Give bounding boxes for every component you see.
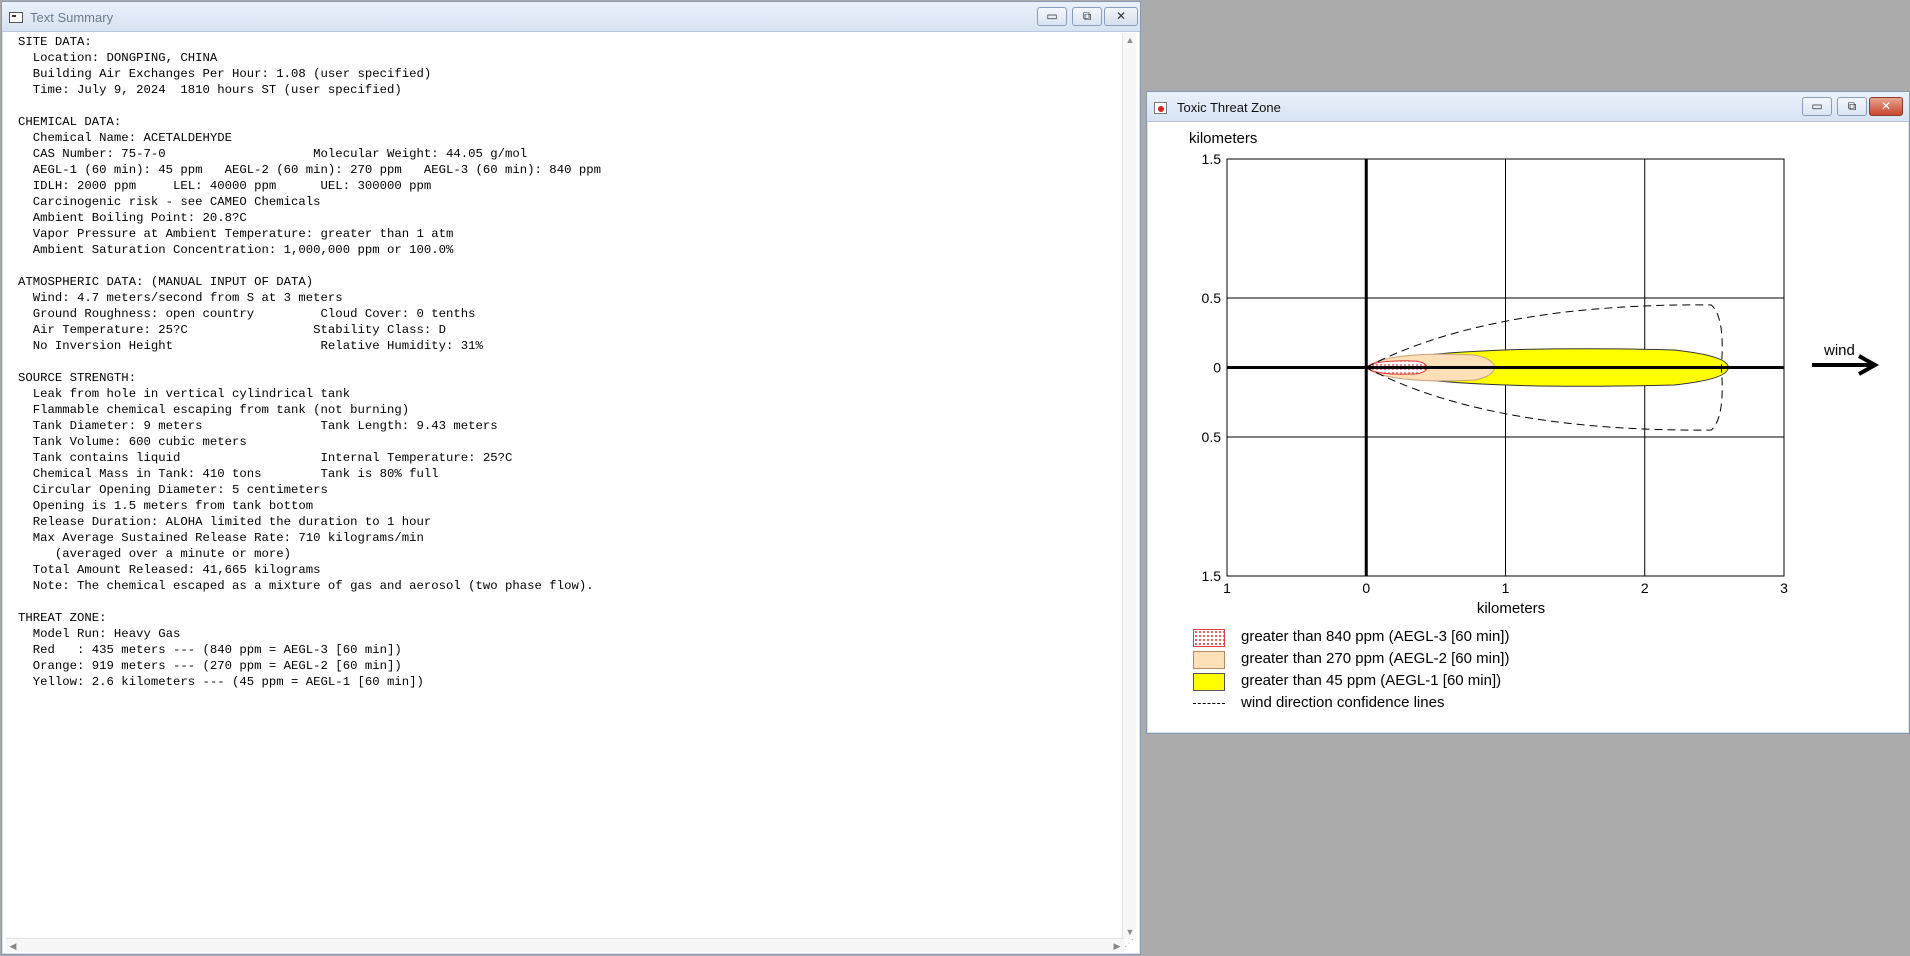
summary-line: No Inversion Height Relative Humidity: 3… (18, 339, 483, 353)
y-axis-title: kilometers (1189, 130, 1257, 147)
scroll-up-arrow-icon[interactable]: ▲ (1123, 33, 1137, 47)
vertical-scrollbar[interactable]: ▲ ▼ (1122, 33, 1136, 939)
app-window-icon (9, 12, 23, 23)
x-tick-label: 3 (1780, 580, 1788, 596)
summary-line: Note: The chemical escaped as a mixture … (18, 579, 594, 593)
summary-line: Model Run: Heavy Gas (18, 627, 181, 641)
scroll-right-arrow-icon[interactable]: ▶ (1110, 939, 1124, 953)
minimize-button[interactable]: ▭ (1802, 97, 1832, 116)
summary-line: Flammable chemical escaping from tank (n… (18, 403, 410, 417)
summary-line: CAS Number: 75-7-0 Molecular Weight: 44.… (18, 147, 528, 161)
y-tick-label: 1.5 (1202, 151, 1222, 167)
summary-line: THREAT ZONE: (18, 611, 107, 625)
summary-line: Circular Opening Diameter: 5 centimeters (18, 483, 328, 497)
summary-line: Orange: 919 meters --- (270 ppm = AEGL-2… (18, 659, 402, 673)
summary-line: Time: July 9, 2024 1810 hours ST (user s… (18, 83, 402, 97)
y-tick-label: 1.5 (1202, 568, 1222, 584)
close-button[interactable]: ✕ (1869, 97, 1903, 116)
scroll-down-arrow-icon[interactable]: ▼ (1123, 925, 1137, 939)
summary-line: Ambient Boiling Point: 20.8?C (18, 211, 247, 225)
legend-label: wind direction confidence lines (1241, 694, 1445, 711)
resize-grip-icon[interactable]: ⋰ (1124, 938, 1138, 952)
summary-line: CHEMICAL DATA: (18, 115, 122, 129)
threat-zone-titlebar[interactable]: Toxic Threat Zone ▭ ⧉ ✕ (1147, 92, 1909, 122)
x-tick-label: 1 (1502, 580, 1510, 596)
threat-zone-window: Toxic Threat Zone ▭ ⧉ ✕ kilometers 1 0 1 2 3… (1146, 91, 1910, 734)
yellow-zone-swatch (1193, 673, 1225, 691)
summary-line: Tank contains liquid Internal Temperatur… (18, 451, 513, 465)
wind-label: wind (1823, 342, 1855, 359)
summary-line: (averaged over a minute or more) (18, 547, 292, 561)
window-title: Toxic Threat Zone (1177, 100, 1281, 115)
x-tick-label: 1 (1223, 580, 1231, 596)
y-tick-label: 0 (1213, 360, 1221, 376)
x-tick-label: 0 (1362, 580, 1370, 596)
summary-line: Release Duration: ALOHA limited the dura… (18, 515, 432, 529)
summary-text-area[interactable]: SITE DATA: Location: DONGPING, CHINA Bui… (18, 34, 1118, 934)
orange-zone-swatch (1193, 651, 1225, 669)
summary-line: ATMOSPHERIC DATA: (MANUAL INPUT OF DATA) (18, 275, 314, 289)
threat-zone-icon (1154, 102, 1167, 114)
summary-line: Ground Roughness: open country Cloud Cov… (18, 307, 476, 321)
summary-line: Yellow: 2.6 kilometers --- (45 ppm = AEG… (18, 675, 424, 689)
summary-line: Tank Diameter: 9 meters Tank Length: 9.4… (18, 419, 498, 433)
y-tick-label: 0.5 (1202, 290, 1222, 306)
summary-line: AEGL-1 (60 min): 45 ppm AEGL-2 (60 min):… (18, 163, 601, 177)
close-button[interactable]: ✕ (1104, 7, 1138, 26)
text-summary-window: Text Summary ▭ ⧉ ✕ SITE DATA: Location: … (1, 1, 1141, 955)
summary-line: Carcinogenic risk - see CAMEO Chemicals (18, 195, 321, 209)
window-title: Text Summary (30, 10, 114, 25)
y-tick-label: 0.5 (1202, 429, 1222, 445)
text-summary-titlebar[interactable]: Text Summary ▭ ⧉ ✕ (2, 2, 1140, 32)
legend-label: greater than 840 ppm (AEGL-3 [60 min]) (1241, 628, 1510, 645)
summary-line: Max Average Sustained Release Rate: 710 … (18, 531, 424, 545)
legend-label: greater than 45 ppm (AEGL-1 [60 min]) (1241, 672, 1502, 689)
summary-line: Location: DONGPING, CHINA (18, 51, 218, 65)
summary-line: Total Amount Released: 41,665 kilograms (18, 563, 321, 577)
summary-line: Chemical Mass in Tank: 410 tons Tank is … (18, 467, 439, 481)
x-axis-title: kilometers (1477, 600, 1545, 617)
summary-line: SITE DATA: (18, 35, 92, 49)
summary-line: Chemical Name: ACETALDEHYDE (18, 131, 233, 145)
maximize-button[interactable]: ⧉ (1837, 97, 1867, 116)
summary-line: Tank Volume: 600 cubic meters (18, 435, 247, 449)
summary-line: Ambient Saturation Concentration: 1,000,… (18, 243, 454, 257)
threat-zone-plot: kilometers 1 0 1 2 3 1.5 0.5 0 0.5 1.5 kilometers… (1189, 130, 1880, 617)
summary-line: Building Air Exchanges Per Hour: 1.08 (u… (18, 67, 432, 81)
legend-label: greater than 270 ppm (AEGL-2 [60 min]) (1241, 650, 1510, 667)
summary-line: Leak from hole in vertical cylindrical t… (18, 387, 351, 401)
maximize-button[interactable]: ⧉ (1072, 7, 1102, 26)
summary-line: Vapor Pressure at Ambient Temperature: g… (18, 227, 454, 241)
red-zone-swatch (1193, 629, 1225, 647)
summary-line: Air Temperature: 25?C Stability Class: D (18, 323, 447, 337)
summary-line: IDLH: 2000 ppm LEL: 40000 ppm UEL: 30000… (18, 179, 432, 193)
scroll-left-arrow-icon[interactable]: ◀ (6, 939, 20, 953)
x-tick-label: 2 (1641, 580, 1649, 596)
summary-line: Wind: 4.7 meters/second from S at 3 mete… (18, 291, 343, 305)
summary-line: SOURCE STRENGTH: (18, 371, 137, 385)
summary-line: Red : 435 meters --- (840 ppm = AEGL-3 [… (18, 643, 402, 657)
summary-line: Opening is 1.5 meters from tank bottom (18, 499, 314, 513)
minimize-button[interactable]: ▭ (1037, 7, 1067, 26)
horizontal-scrollbar[interactable]: ◀ ▶ (6, 938, 1124, 952)
dashed-line-swatch (1193, 703, 1225, 704)
